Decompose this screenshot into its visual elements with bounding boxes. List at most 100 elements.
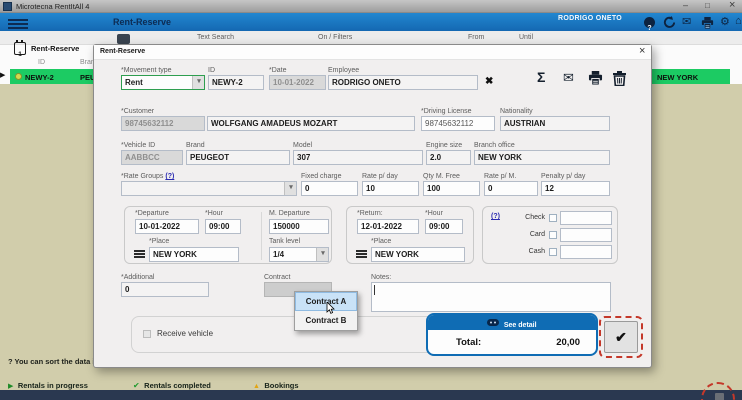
movement-type-select[interactable]: Rent ▾ xyxy=(121,75,205,90)
dialog-titlebar: Rent-Reserve × xyxy=(94,45,651,60)
engine-size-label: Engine size xyxy=(426,142,463,149)
mail-icon[interactable]: ✉ xyxy=(682,15,691,28)
trash-icon[interactable] xyxy=(613,71,626,91)
departure-place-field[interactable]: NEW YORK xyxy=(149,247,239,262)
qty-m-free-field[interactable]: 100 xyxy=(423,181,480,196)
list-icon[interactable] xyxy=(134,250,145,258)
legend-label: Rentals completed xyxy=(144,381,211,390)
confirm-button[interactable]: ✔ xyxy=(604,321,638,353)
model-label: Model xyxy=(293,142,313,149)
rate-per-day-label: Rate p/ day xyxy=(362,173,398,180)
nav-rent-reserve-button[interactable]: 1 Rent-Reserve xyxy=(14,40,104,58)
departure-place-label: *Place xyxy=(149,238,170,245)
date-field: 10-01-2022 xyxy=(269,75,326,90)
clear-employee-icon[interactable]: ✖ xyxy=(485,76,493,87)
m-departure-field[interactable]: 150000 xyxy=(269,219,329,234)
notes-textarea[interactable] xyxy=(371,282,611,312)
menu-icon[interactable] xyxy=(8,17,28,31)
rate-per-m-field[interactable]: 0 xyxy=(484,181,538,196)
close-icon[interactable]: × xyxy=(639,45,645,57)
see-detail-button[interactable]: See detail xyxy=(428,315,596,330)
filter-bar: Text Search On / Filters From Until xyxy=(0,31,742,45)
date-label: *Date xyxy=(269,67,287,74)
model-field[interactable]: 307 xyxy=(293,150,423,165)
rate-per-m-label: Rate p/ M. xyxy=(484,173,517,180)
row-id-cell: NEWY-2 xyxy=(25,73,54,82)
text-caret xyxy=(374,285,375,295)
rate-per-day-field[interactable]: 10 xyxy=(362,181,419,196)
receive-vehicle-label: Receive vehicle xyxy=(157,329,214,338)
payment-group: (?) Check Card Cash xyxy=(482,206,618,264)
driving-license-field[interactable]: 98745632112 xyxy=(421,116,495,131)
warning-icon: ▲ xyxy=(253,383,260,390)
rate-groups-select[interactable]: ▾ xyxy=(121,181,297,196)
return-date-field[interactable]: 12-01-2022 xyxy=(357,219,419,234)
id-field[interactable]: NEWY-2 xyxy=(208,75,264,90)
tank-level-select[interactable]: 1/4 ▾ xyxy=(269,247,329,262)
print-icon[interactable] xyxy=(588,71,603,90)
engine-size-field[interactable]: 2.0 xyxy=(426,150,471,165)
branch-office-label: Branch office xyxy=(474,142,515,149)
chevron-down-icon[interactable]: ▾ xyxy=(192,76,204,89)
chevron-down-icon[interactable]: ▾ xyxy=(316,248,328,261)
qty-m-free-label: Qty M. Free xyxy=(423,173,460,180)
departure-hour-label: *Hour xyxy=(205,210,223,217)
legend-label: Bookings xyxy=(264,381,299,390)
confirm-check-icon: ✔ xyxy=(615,329,627,345)
cash-amount-field[interactable] xyxy=(560,245,612,259)
settings-icon[interactable]: ⚙ xyxy=(720,15,730,28)
total-label: Total: xyxy=(456,337,482,348)
chevron-down-icon[interactable]: ▾ xyxy=(284,182,296,195)
tank-level-label: Tank level xyxy=(269,238,301,245)
card-checkbox[interactable] xyxy=(549,231,557,239)
see-detail-label: See detail xyxy=(503,322,537,329)
departure-hour-field[interactable]: 09:00 xyxy=(205,219,241,234)
see-detail-icon xyxy=(487,319,500,327)
home-icon[interactable]: ⌂ xyxy=(735,15,742,27)
filter-text-search-label: Text Search xyxy=(197,34,234,41)
return-hour-field[interactable]: 09:00 xyxy=(425,219,463,234)
nationality-field[interactable]: AUSTRIAN xyxy=(500,116,610,131)
check-amount-field[interactable] xyxy=(560,211,612,225)
filter-on-filters-label: On / Filters xyxy=(318,34,353,41)
movement-type-label: *Movement type xyxy=(121,67,172,74)
rate-groups-help-link[interactable]: (?) xyxy=(165,173,174,180)
calendar-day: 1 xyxy=(18,51,22,58)
cash-checkbox[interactable] xyxy=(549,248,557,256)
list-icon[interactable] xyxy=(356,250,367,258)
sum-icon[interactable]: Σ xyxy=(537,69,545,85)
status-hint: ? You can sort the data i xyxy=(8,357,95,366)
fixed-charge-field[interactable]: 0 xyxy=(301,181,358,196)
contract-label: Contract xyxy=(264,274,291,281)
brand-label: Brand xyxy=(186,142,205,149)
nav-rent-reserve-label: Rent-Reserve xyxy=(31,44,80,53)
maximize-icon[interactable]: □ xyxy=(705,1,710,10)
return-place-field[interactable]: NEW YORK xyxy=(371,247,465,262)
total-value: 20,00 xyxy=(556,337,580,348)
window-title: Microtecna RentItAll 4 xyxy=(16,2,90,11)
departure-date-field[interactable]: 10-01-2022 xyxy=(135,219,199,234)
table-header-id: ID xyxy=(38,59,45,66)
row-status-icon xyxy=(15,73,22,80)
penalty-per-day-label: Penalty p/ day xyxy=(541,173,586,180)
minimize-icon[interactable]: – xyxy=(683,0,688,10)
card-label: Card xyxy=(529,231,545,238)
dialog-title: Rent-Reserve xyxy=(100,48,146,55)
return-place-label: *Place xyxy=(371,238,392,245)
check-checkbox[interactable] xyxy=(549,214,557,222)
card-amount-field[interactable] xyxy=(560,228,612,242)
penalty-per-day-field[interactable]: 12 xyxy=(541,181,610,196)
brand-field[interactable]: PEUGEOT xyxy=(186,150,290,165)
close-window-icon[interactable]: × xyxy=(729,0,735,11)
departure-label: *Departure xyxy=(135,210,169,217)
additional-field[interactable]: 0 xyxy=(121,282,209,297)
mail-icon[interactable]: ✉ xyxy=(563,70,574,86)
menu-item-contract-a[interactable]: Contract A xyxy=(295,292,357,314)
hidden-toolbar-icon[interactable] xyxy=(117,34,130,44)
receive-vehicle-checkbox[interactable] xyxy=(143,330,151,338)
branch-office-field[interactable]: NEW YORK xyxy=(474,150,610,165)
help-icon[interactable]: ? xyxy=(644,17,655,32)
row-marker-icon: ▶ xyxy=(0,72,6,79)
customer-name-field[interactable]: WOLFGANG AMADEUS MOZART xyxy=(207,116,415,131)
employee-field[interactable]: RODRIGO ONETO xyxy=(328,75,478,90)
